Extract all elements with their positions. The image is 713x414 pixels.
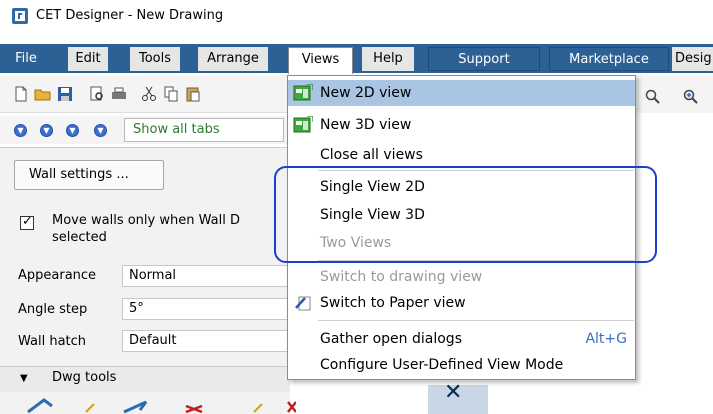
menu-item-switch-to-paper-view[interactable]: Switch to Paper view [288,290,635,316]
menu-help[interactable]: Help [362,47,414,71]
move-walls-label-line1: Move walls only when Wall D [52,213,240,228]
shortcut-label: Alt+G [585,331,627,347]
support-button[interactable]: Support [428,47,540,71]
zoom-in-icon[interactable] [683,89,699,105]
save-icon[interactable] [56,85,74,103]
move-walls-checkbox[interactable]: ✓ [20,214,34,230]
copy-icon[interactable] [162,85,180,103]
menu-edit[interactable]: Edit [68,47,108,71]
wall-hatch-field[interactable]: Default [122,330,290,352]
cut-icon[interactable] [140,85,158,103]
menu-item-switch-to-drawing-view[interactable]: Switch to drawing view [288,264,635,290]
menu-item-close-all-views[interactable]: Close all views [288,142,635,168]
highlight-callout [274,166,657,263]
move-walls-label: Move walls only when Wall D selected [52,212,292,246]
menu-item-new-3d-view[interactable]: New 3D view [288,112,635,138]
new-view-icon [293,84,313,101]
tab-down-icon[interactable]: ▼ [66,124,79,137]
collapse-arrow-icon[interactable]: ▼ [20,373,28,384]
print-preview-icon[interactable] [88,85,106,103]
dwg-tools-label: Dwg tools [52,370,117,385]
menu-views[interactable]: Views [288,47,353,74]
marketplace-button[interactable]: Marketplace [549,47,669,71]
menu-item-label: New 2D view [320,85,412,101]
appearance-label: Appearance [18,268,97,283]
window-title: CET Designer - New Drawing [36,8,224,23]
menu-file[interactable]: File [8,47,44,71]
new-document-icon[interactable] [12,85,30,103]
new-view-icon [293,116,313,133]
dwg-tools-icons [27,398,296,414]
menu-tools[interactable]: Tools [130,47,180,71]
menu-item-gather-open-dialogs[interactable]: Gather open dialogs Alt+G [288,326,635,352]
tab-down-icon[interactable]: ▼ [14,124,27,137]
wall-settings-button[interactable]: Wall settings ... [14,160,164,190]
angle-step-field[interactable]: 5° [122,298,290,320]
paste-icon[interactable] [184,85,202,103]
menu-bar: File Edit Tools Arrange Views Help Suppo… [0,44,713,74]
tab-down-icon[interactable]: ▼ [40,124,53,137]
menu-design[interactable]: Desig [672,47,713,71]
appearance-field[interactable]: Normal [122,265,290,287]
wall-hatch-label: Wall hatch [18,334,87,349]
menu-item-label: New 3D view [320,117,412,133]
tools-x-icon[interactable]: ✕ [444,380,462,405]
menu-item-configure-view-mode[interactable]: Configure User-Defined View Mode [288,352,635,378]
menu-arrange[interactable]: Arrange [198,47,268,71]
tab-down-icon[interactable]: ▼ [94,124,107,137]
menu-item-label: Switch to Paper view [320,295,466,311]
angle-step-label: Angle step [18,302,88,317]
menu-separator [318,320,634,321]
app-logo-icon [12,8,28,24]
show-all-tabs-button[interactable]: Show all tabs [124,118,284,142]
menu-item-new-2d-view[interactable]: New 2D view [288,80,635,106]
zoom-icon[interactable] [645,89,661,105]
menu-item-label: Gather open dialogs [320,331,462,347]
checkmark-icon: ✓ [22,214,33,229]
open-folder-icon[interactable] [34,85,52,103]
dwg-tools-header[interactable] [0,366,290,392]
paper-view-icon [295,296,311,311]
print-icon[interactable] [110,85,128,103]
move-walls-label-line2: selected [52,230,107,245]
